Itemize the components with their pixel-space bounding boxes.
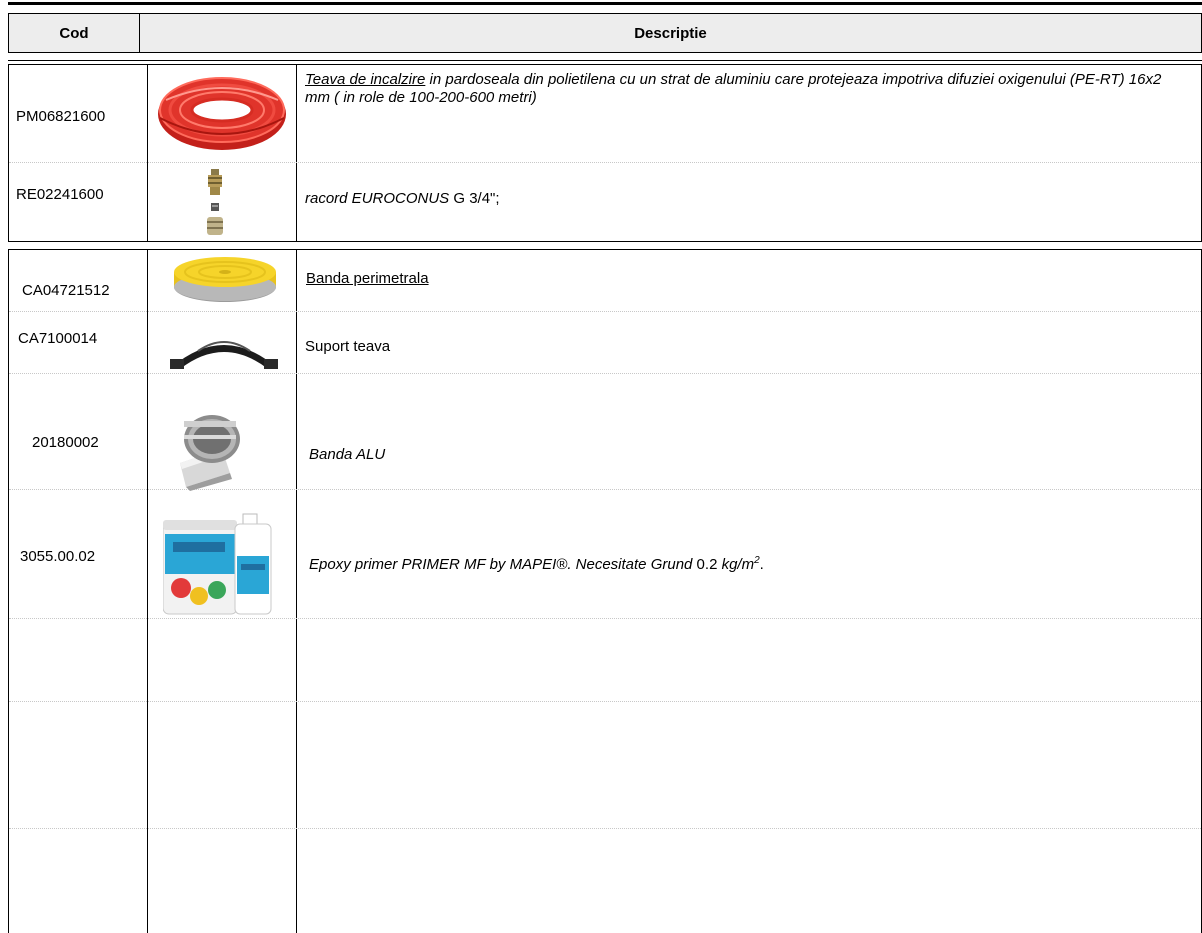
- yellow-tape-roll-icon: [172, 254, 278, 309]
- red-pipe-coil-icon: [154, 70, 290, 159]
- alu-tape-roll-icon: [172, 413, 248, 496]
- description-link[interactable]: Teava de incalzire: [305, 71, 425, 88]
- top-rule: [8, 2, 1202, 5]
- table-header: Cod Descriptie: [8, 13, 1202, 53]
- brass-fitting-icon: [203, 167, 227, 244]
- product-code: 3055.00.02: [20, 548, 96, 565]
- product-description: Suport teava: [305, 338, 391, 355]
- product-code: CA04721512: [22, 282, 110, 299]
- product-code: RE02241600: [16, 186, 104, 203]
- product-code: CA7100014: [18, 330, 98, 347]
- header-separator-2: [8, 64, 1202, 65]
- description-link[interactable]: Banda perimetrala: [306, 270, 429, 287]
- product-description: Banda perimetrala: [306, 270, 1186, 288]
- pipe-bend-support-icon: [168, 325, 280, 376]
- product-description: Epoxy primer PRIMER MF by MAPEI®. Necesi…: [309, 555, 764, 573]
- product-description: Banda ALU: [309, 446, 386, 463]
- header-cod: Cod: [9, 14, 140, 52]
- product-code: PM06821600: [16, 108, 106, 125]
- header-descriptie: Descriptie: [634, 24, 707, 42]
- product-description: racord EUROCONUS G 3/4";: [305, 190, 500, 207]
- header-separator: [8, 60, 1202, 61]
- product-description: Teava de incalzire in pardoseala din pol…: [305, 71, 1162, 106]
- primer-bucket-icon: [162, 512, 279, 621]
- product-code: 20180002: [32, 434, 99, 451]
